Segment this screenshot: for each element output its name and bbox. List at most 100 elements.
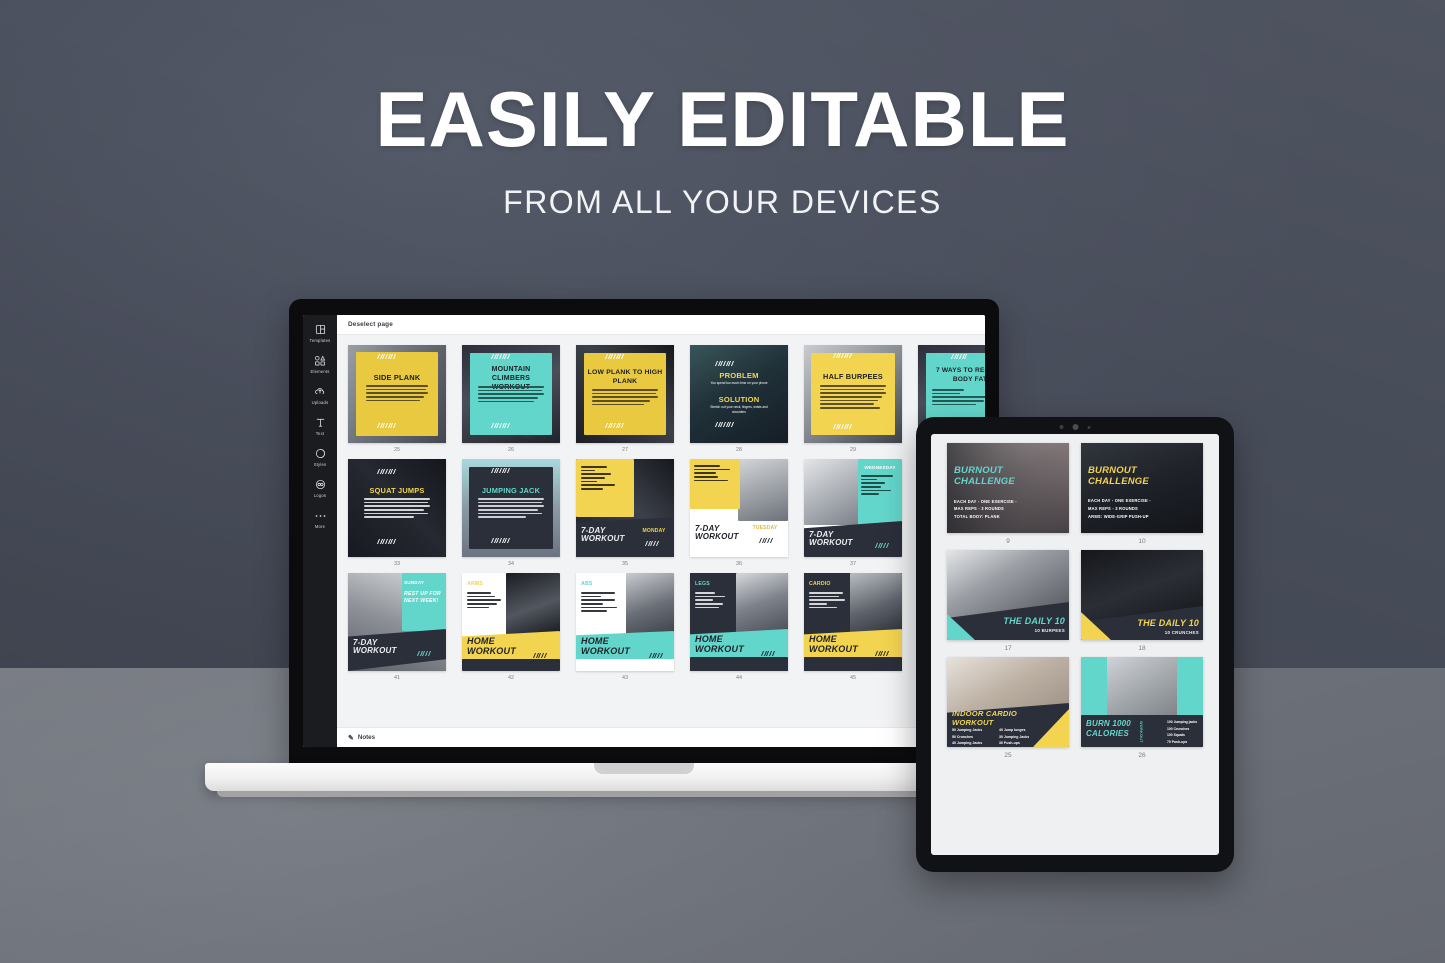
page-cell[interactable]: SIDE PLANK 25 — [348, 345, 446, 453]
sidebar-item-templates[interactable]: Templates — [303, 323, 337, 343]
elements-icon — [303, 354, 337, 367]
page-thumbnail-9[interactable]: BURNOUT CHALLENGE EACH DAY - ONE EXERCIS… — [947, 443, 1069, 533]
card-title: HOME WORKOUT — [467, 636, 516, 656]
page-cell[interactable]: ARMS HOME WORKOUT 42 — [462, 573, 560, 681]
card-item: 25 Burpees — [1167, 746, 1203, 748]
card-item: 40 Jumping Jacks — [952, 741, 983, 746]
page-thumbnail-36[interactable]: 7-DAY WORKOUT TUESDAY — [690, 459, 788, 557]
page-cell[interactable]: BURNOUT CHALLENGE EACH DAY - ONE EXERCIS… — [1081, 443, 1203, 545]
page-cell[interactable]: BURN 1000 CALORIES WORKOUT 100 Jumping j… — [1081, 657, 1203, 759]
page-thumbnail-35[interactable]: 7-DAY WORKOUT MONDAY — [576, 459, 674, 557]
laptop-base-notch — [594, 763, 694, 774]
card-title: BURNOUT CHALLENGE — [1088, 465, 1149, 488]
page-cell[interactable]: THE DAILY 10 10 BURPEES 17 — [947, 550, 1069, 652]
page-thumbnail-10[interactable]: BURNOUT CHALLENGE EACH DAY - ONE EXERCIS… — [1081, 443, 1203, 533]
page-thumbnail-34[interactable]: JUMPING JACK — [462, 459, 560, 557]
sidebar-item-elements[interactable]: Elements — [303, 354, 337, 374]
page-number: 28 — [736, 447, 742, 453]
page-cell[interactable]: INDOOR CARDIO WORKOUT 50 Jumping Jacks 5… — [947, 657, 1069, 759]
page-thumbnail-18[interactable]: THE DAILY 10 10 CRUNCHES — [1081, 550, 1203, 640]
sidebar-item-logos[interactable]: Logos — [303, 478, 337, 498]
laptop-lid: Templates Elements Uploads Text Styles L… — [289, 299, 999, 769]
uploads-icon — [303, 385, 337, 398]
sidebar-item-text[interactable]: Text — [303, 416, 337, 436]
card-body: You spend too much time on your phone — [710, 381, 768, 385]
page-thumbnail-43[interactable]: ABS HOME WORKOUT — [576, 573, 674, 671]
page-thumbnail-17[interactable]: THE DAILY 10 10 BURPEES — [947, 550, 1069, 640]
templates-icon — [303, 323, 337, 336]
page-number: 26 — [508, 447, 514, 453]
page-thumbnail-41[interactable]: SUNDAY REST UP FOR NEXT WEEK! 7-DAY WORK… — [348, 573, 446, 671]
card-tag: LEGS — [695, 581, 710, 587]
page-cell[interactable]: BURNOUT CHALLENGE EACH DAY - ONE EXERCIS… — [947, 443, 1069, 545]
page-thumbnail-28[interactable]: PROBLEM You spend too much time on your … — [690, 345, 788, 443]
page-cell[interactable]: 7-DAY WORKOUT MONDAY 35 — [576, 459, 674, 567]
page-thumbnail-42[interactable]: ARMS HOME WORKOUT — [462, 573, 560, 671]
page-cell[interactable]: PROBLEM You spend too much time on your … — [690, 345, 788, 453]
notes-button[interactable]: Notes — [358, 734, 375, 741]
app-bottombar: ✎ Notes — [337, 727, 985, 747]
page-number: 35 — [622, 561, 628, 567]
page-cell[interactable]: ABS HOME WORKOUT 43 — [576, 573, 674, 681]
page-number: 43 — [622, 675, 628, 681]
page-thumbnail-26[interactable]: MOUNTAIN CLIMBERS WORKOUT — [462, 345, 560, 443]
page-cell[interactable]: JUMPING JACK 34 — [462, 459, 560, 567]
card-vertical-label: WORKOUT — [1139, 721, 1143, 743]
card-item: 40 Jump lunges — [999, 728, 1026, 732]
page-cell[interactable]: LEGS HOME WORKOUT 44 — [690, 573, 788, 681]
sidebar-label: Templates — [309, 338, 331, 343]
sidebar-item-uploads[interactable]: Uploads — [303, 385, 337, 405]
page-cell[interactable]: THE DAILY 10 10 CRUNCHES 18 — [1081, 550, 1203, 652]
page-thumbnail-44[interactable]: LEGS HOME WORKOUT — [690, 573, 788, 671]
page-cell[interactable]: WEDNESDAY 7-DAY WORKOUT 37 — [804, 459, 902, 567]
page-thumbnail-26[interactable]: BURN 1000 CALORIES WORKOUT 100 Jumping j… — [1081, 657, 1203, 747]
camera-dot-icon — [1072, 424, 1079, 430]
tablet-device: BURNOUT CHALLENGE EACH DAY - ONE EXERCIS… — [916, 417, 1234, 872]
page-cell[interactable]: 7-DAY WORKOUT TUESDAY 36 — [690, 459, 788, 567]
card-column-1: 100 Jumping jacks 100 Crunches 100 Squat… — [1167, 719, 1203, 747]
card-title: PROBLEM — [719, 371, 759, 380]
sidebar-label: Uploads — [311, 400, 329, 405]
page-cell[interactable]: MOUNTAIN CLIMBERS WORKOUT 26 — [462, 345, 560, 453]
page-thumbnail-37[interactable]: WEDNESDAY 7-DAY WORKOUT — [804, 459, 902, 557]
logos-icon — [303, 478, 337, 491]
page-cell[interactable]: LOW PLANK TO HIGH PLANK 27 — [576, 345, 674, 453]
card-tag: ARMS — [467, 581, 484, 587]
page-cell[interactable]: CARDIO HOME WORKOUT 45 — [804, 573, 902, 681]
page-cell[interactable]: SQUAT JUMPS 33 — [348, 459, 446, 567]
page-cell[interactable]: HALF BURPEES 29 — [804, 345, 902, 453]
page-thumbnail-25[interactable]: SIDE PLANK — [348, 345, 446, 443]
grid-row: SQUAT JUMPS 33 JUMPING JACK 34 7-DAY WOR… — [348, 459, 985, 567]
page-number: 25 — [394, 447, 400, 453]
card-title-2: SOLUTION — [718, 395, 760, 404]
sidebar-item-more[interactable]: More — [303, 509, 337, 529]
page-thumbnail-45[interactable]: CARDIO HOME WORKOUT — [804, 573, 902, 671]
card-item: 30 Jumping Jacks — [999, 734, 1030, 739]
card-title: 7-DAY WORKOUT — [353, 638, 397, 656]
deselect-page-button[interactable]: Deselect page — [348, 321, 393, 328]
page-number: 26 — [1138, 752, 1146, 759]
page-number: 42 — [508, 675, 514, 681]
page-number: 33 — [394, 561, 400, 567]
page-thumbnail-29[interactable]: HALF BURPEES — [804, 345, 902, 443]
card-title: SIDE PLANK — [373, 373, 421, 382]
page-grid[interactable]: SIDE PLANK 25 MOUNTAIN CLIMBERS 26 LOW P… — [337, 335, 985, 727]
page-thumbnail-27[interactable]: LOW PLANK TO HIGH PLANK — [576, 345, 674, 443]
card-subtitle: REST UP FOR NEXT WEEK! — [404, 591, 441, 605]
sidebar-label: Elements — [310, 369, 330, 374]
sidebar-item-styles[interactable]: Styles — [303, 447, 337, 467]
more-icon — [303, 509, 337, 522]
card-title: HOME WORKOUT — [581, 636, 630, 656]
page-thumbnail-33[interactable]: SQUAT JUMPS — [348, 459, 446, 557]
page-cell[interactable]: SUNDAY REST UP FOR NEXT WEEK! 7-DAY WORK… — [348, 573, 446, 681]
sidebar-label: Logos — [313, 493, 327, 498]
card-item: 100 Jumping jacks — [1167, 720, 1198, 724]
card-day: TUESDAY — [752, 525, 778, 531]
card-title: THE DAILY 10 — [1003, 616, 1065, 626]
tablet-screen: BURNOUT CHALLENGE EACH DAY - ONE EXERCIS… — [931, 434, 1219, 855]
card-title: BURNOUT CHALLENGE — [954, 465, 1015, 488]
tablet-grid-row: INDOOR CARDIO WORKOUT 50 Jumping Jacks 5… — [939, 657, 1211, 759]
card-line-3: ARMS: WIDE-GRIP PUSH-UP — [1088, 514, 1149, 519]
laptop-screen: Templates Elements Uploads Text Styles L… — [303, 315, 985, 747]
page-thumbnail-25[interactable]: INDOOR CARDIO WORKOUT 50 Jumping Jacks 5… — [947, 657, 1069, 747]
